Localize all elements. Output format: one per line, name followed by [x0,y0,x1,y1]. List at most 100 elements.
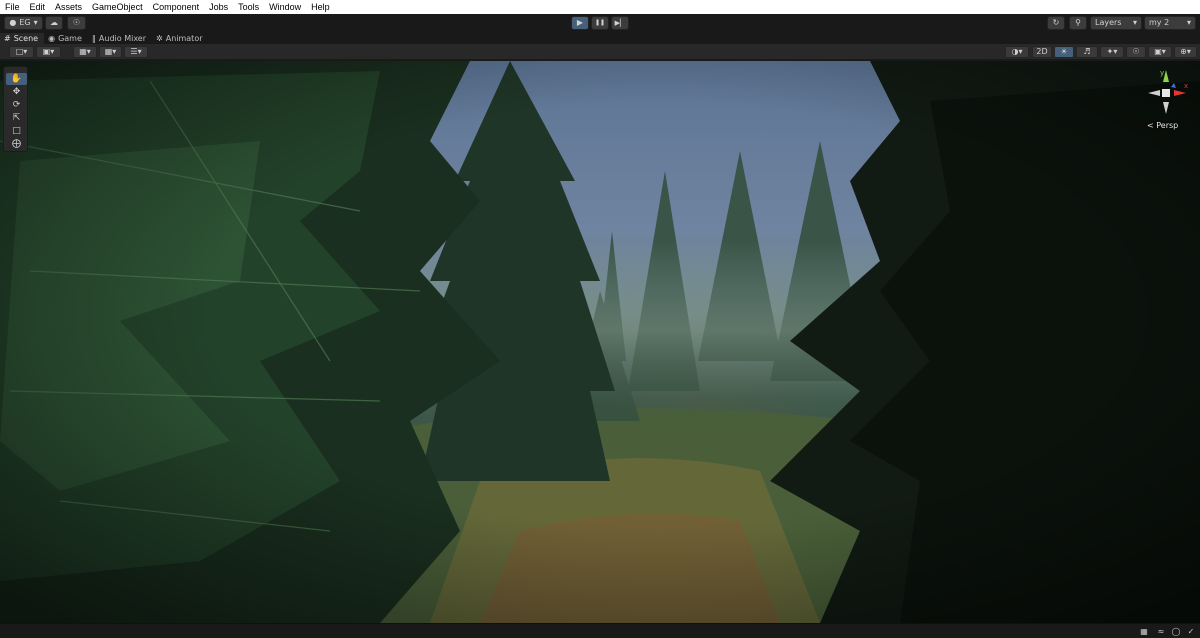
animator-icon: ✲ [156,34,163,43]
scale-tool-button[interactable]: ⇱ [6,112,27,124]
grid-icon: ▦▾ [79,47,91,56]
gizmo-center-cube[interactable] [1162,89,1170,97]
draw-mode-icon: □▾ [15,47,28,56]
layers-label: Layers [1095,18,1122,27]
rotate-tool-button[interactable]: ⟳ [6,99,27,111]
scene-viewport[interactable] [0,61,1200,623]
lighting-toggle[interactable]: ☀ [1054,46,1074,58]
effects-icon: ✦▾ [1106,47,1118,56]
menu-help[interactable]: Help [306,0,335,14]
layout-dropdown[interactable]: my 2 ▾ [1144,16,1196,30]
shading-mode-dropdown[interactable]: ◑▾ [1005,46,1029,58]
progress-icon[interactable]: ◯ [1170,627,1182,636]
tab-audio-mixer[interactable]: ‖ Audio Mixer [88,33,152,44]
audio-icon: ♬ [1083,47,1091,56]
tab-scene[interactable]: # Scene [0,33,45,44]
gizmo-x-label: x [1184,82,1188,90]
tab-game[interactable]: ◉ Game [44,33,88,44]
layout-label: my 2 [1149,18,1170,27]
gizmo-neg-x-axis[interactable] [1148,90,1160,96]
light-bulb-icon: ☀ [1060,47,1068,56]
hand-tool-button[interactable]: ✋ [6,73,27,85]
tab-game-label: Game [58,34,82,43]
menu-file[interactable]: File [0,0,25,14]
account-label: EG [19,18,31,27]
tab-animator[interactable]: ✲ Animator [152,33,208,44]
transform-icon: ⨁ [12,139,21,149]
move-tool-button[interactable]: ✥ [6,86,27,98]
snap-icon: ▦▾ [104,47,117,56]
camera-icon: ▣▾ [1154,47,1166,56]
layers-dropdown[interactable]: Layers ▾ [1090,16,1142,30]
hidden-objects-toggle[interactable]: ☉ [1126,46,1146,58]
rect-tool-button[interactable]: □ [6,125,27,137]
step-button[interactable]: ▶▏ [611,16,629,30]
projection-toggle[interactable]: < Persp [1147,121,1178,130]
gizmo-neg-y-axis[interactable] [1163,102,1169,114]
menu-jobs[interactable]: Jobs [204,0,233,14]
menu-gameobject[interactable]: GameObject [87,0,148,14]
chevron-down-icon: ▾ [1186,18,1191,27]
menu-window[interactable]: Window [264,0,306,14]
transform-tools-panel: ✋ ✥ ⟳ ⇱ □ ⨁ [3,66,28,152]
console-status-icon[interactable]: ✓ [1185,627,1197,636]
cube-icon: ▣▾ [42,47,55,56]
toggle-2d-label: 2D [1036,47,1048,56]
collab-icon: ☉ [72,18,81,27]
search-icon: ⚲ [1075,18,1081,27]
visibility-icon: ☉ [1132,47,1140,56]
account-icon: ● [9,18,17,27]
gizmo-y-label: y [1160,69,1164,77]
pause-icon: ❚❚ [594,19,606,26]
play-icon: ▶ [576,18,584,27]
snap-increment-dropdown[interactable]: ▦▾ [99,46,122,58]
hand-icon: ✋ [10,74,23,84]
persp-icon: < [1147,121,1154,130]
gizmos-dropdown[interactable]: ⊕▾ [1174,46,1197,58]
gizmos-icon: ⊕▾ [1180,47,1191,56]
transform-tool-button[interactable]: ⨁ [6,138,27,150]
view-tab-bar: # Scene ◉ Game ‖ Audio Mixer ✲ Animator [0,33,1200,44]
pivot-dropdown[interactable]: ▣▾ [36,46,61,58]
menu-assets[interactable]: Assets [50,0,87,14]
effects-dropdown[interactable]: ✦▾ [1100,46,1124,58]
draw-mode-dropdown[interactable]: □▾ [9,46,34,58]
history-button[interactable]: ↻ [1047,16,1065,30]
collab-button[interactable]: ☉ [67,16,86,30]
menu-component[interactable]: Component [148,0,205,14]
projection-label: Persp [1156,121,1179,130]
grid-visibility-dropdown[interactable]: ☰▾ [124,46,148,58]
status-bar: ▦ ≈ ◯ ✓ [0,623,1200,638]
search-button[interactable]: ⚲ [1069,16,1087,30]
menu-bar: File Edit Assets GameObject Component Jo… [0,0,1200,14]
gizmo-x-axis[interactable] [1174,90,1186,96]
audio-toggle[interactable]: ♬ [1076,46,1098,58]
grid-snap-dropdown[interactable]: ▦▾ [73,46,97,58]
rect-icon: □ [12,126,21,136]
tab-scene-label: Scene [13,34,39,43]
tab-animator-label: Animator [165,34,203,43]
camera-settings-dropdown[interactable]: ▣▾ [1148,46,1172,58]
step-icon: ▶▏ [614,19,626,27]
tab-audio-mixer-label: Audio Mixer [98,34,147,43]
orientation-gizmo[interactable]: y x [1144,68,1188,116]
collab-status-icon[interactable]: ▦ [1138,627,1150,636]
history-icon: ↻ [1052,18,1060,27]
main-toolbar: ● EG ▾ ☁ ☉ ▶ ❚❚ ▶▏ ↻ ⚲ Layers ▾ my 2 ▾ [0,14,1200,33]
account-dropdown[interactable]: ● EG ▾ [4,16,43,30]
rotate-icon: ⟳ [12,100,21,110]
cloud-button[interactable]: ☁ [45,16,63,30]
menu-tools[interactable]: Tools [233,0,264,14]
game-icon: ◉ [48,34,56,43]
pause-button[interactable]: ❚❚ [591,16,609,30]
toggle-2d-button[interactable]: 2D [1032,46,1052,58]
grid-lines-icon: ☰▾ [130,47,142,56]
gizmo-z-axis[interactable] [1171,83,1176,88]
play-button[interactable]: ▶ [571,16,589,30]
move-icon: ✥ [12,87,21,97]
cloud-icon: ☁ [50,18,58,27]
menu-edit[interactable]: Edit [25,0,51,14]
cache-server-icon[interactable]: ≈ [1155,627,1167,636]
sphere-icon: ◑▾ [1011,47,1023,56]
scale-icon: ⇱ [12,113,21,123]
